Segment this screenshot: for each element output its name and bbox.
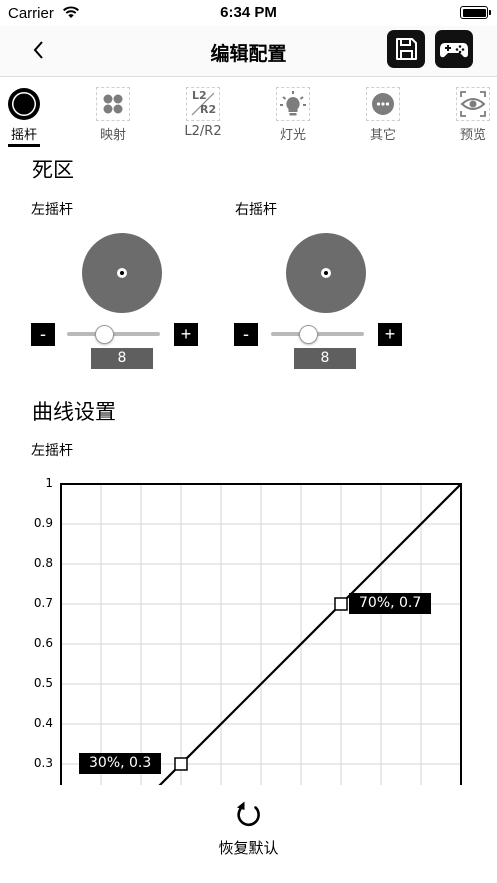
curve-title: 曲线设置 [32,400,116,424]
y-tick-label: 0.7 [33,596,53,610]
left-slider-thumb[interactable] [95,325,115,344]
y-tick-label: 0.6 [33,636,53,650]
left-plus-button[interactable]: + [174,323,198,346]
control-point-label-high: 70%, 0.7 [349,593,432,614]
trigger-icon-top-text: L2 [192,89,207,102]
y-tick-label: 0.8 [33,556,53,570]
tab-label: 摇杆 [10,128,37,143]
buttons-grid-icon [96,87,130,121]
left-minus-button[interactable]: - [31,323,55,346]
tab-light[interactable]: 灯光 [261,84,325,144]
more-icon [366,87,400,121]
status-time: 6:34 PM [220,4,277,21]
left-deadzone-value: 8 [91,348,153,369]
stick-center-dot [321,268,331,278]
reset-bar: 恢复默认 [0,785,497,883]
right-stick-preview [286,233,366,313]
control-point-label-low: 30%, 0.3 [79,753,162,774]
save-icon [396,38,417,60]
stick-center-dot [117,268,127,278]
tab-label: L2/R2 [184,124,222,139]
reset-button[interactable] [233,799,265,831]
y-tick-label: 0.5 [33,676,53,690]
active-tab-indicator [8,144,40,147]
right-deadzone-value: 8 [294,348,356,369]
tab-joystick[interactable]: 摇杆 [0,84,56,144]
trigger-icon: L2 R2 [186,87,220,121]
right-stick-label: 右摇杆 [235,202,277,218]
tab-preview[interactable]: 预览 [441,84,497,144]
tab-other[interactable]: 其它 [351,84,415,144]
tab-mapping[interactable]: 映射 [81,84,145,144]
left-stick-label: 左摇杆 [31,202,73,218]
gamepad-icon [440,43,468,58]
tab-label: 预览 [459,128,486,143]
navigation-bar: 编辑配置 [0,26,497,77]
refresh-icon [237,801,260,827]
trigger-icon-bottom-text: R2 [200,103,217,116]
joystick-icon [7,87,41,121]
curve-control-point[interactable] [174,757,188,771]
left-stick-preview [82,233,162,313]
y-tick-label: 1 [45,476,53,490]
y-tick-label: 0.9 [33,516,53,530]
deadzone-title: 死区 [32,158,74,182]
status-bar: Carrier 6:34 PM [0,0,497,26]
right-minus-button[interactable]: - [234,323,258,346]
tab-l2r2[interactable]: L2 R2 L2/R2 [171,84,235,144]
gamepad-button[interactable] [435,30,473,68]
right-plus-button[interactable]: + [378,323,402,346]
tab-label: 映射 [99,128,126,143]
curve-chart[interactable] [0,476,497,786]
eye-icon [456,87,490,121]
y-tick-label: 0.4 [33,716,53,730]
curve-control-point[interactable] [334,597,348,611]
tab-label: 其它 [369,128,396,143]
battery-icon [460,6,491,19]
y-tick-label: 0.3 [33,756,53,770]
reset-label[interactable]: 恢复默认 [0,837,497,858]
curve-chart-area: 1 0.9 0.8 0.7 0.6 0.5 0.4 0.3 70%, 0.7 30%, 0.3 [0,476,497,786]
tab-label: 灯光 [279,128,306,143]
save-button[interactable] [387,30,425,68]
curve-stick-label: 左摇杆 [31,443,73,459]
bulb-icon [276,87,310,121]
right-slider-thumb[interactable] [299,325,319,344]
